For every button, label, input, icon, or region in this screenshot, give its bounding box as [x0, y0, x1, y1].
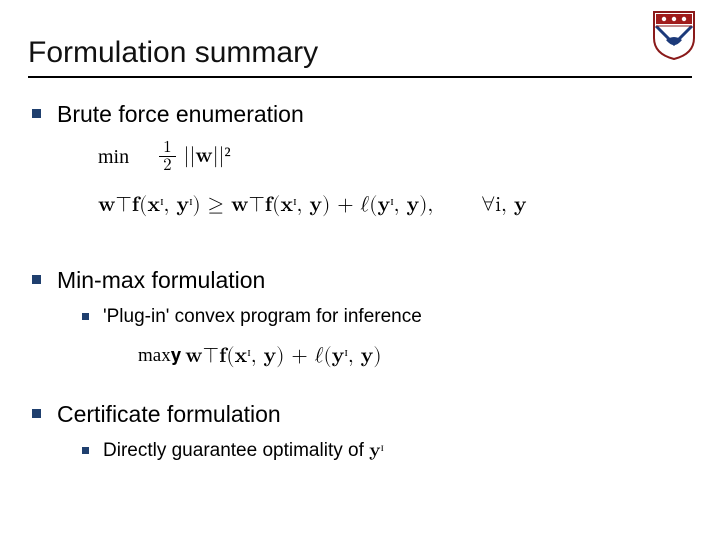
bullet-square-icon	[32, 275, 41, 284]
bullet-square-icon	[82, 313, 89, 320]
bullet-label: 'Plug-in' convex program for inference	[103, 305, 422, 329]
bullet-brute-force: Brute force enumeration	[28, 100, 692, 129]
math-block-objective: min 1 2 ||𝐰||² 𝐰⊤𝐟(𝐱ᶦ, 𝐲ᶦ) ≥ 𝐰⊤𝐟(𝐱ᶦ, 𝐲) …	[28, 139, 692, 224]
frac-num: 1	[159, 139, 176, 157]
title-rule	[28, 76, 692, 78]
bullet-list: Brute force enumeration min 1 2 ||𝐰||² 𝐰…	[28, 100, 692, 463]
frac-den: 2	[159, 157, 176, 174]
bullet-plugin: 'Plug-in' convex program for inference	[28, 305, 692, 329]
bullet-label: Directly guarantee optimality of 𝐲ᶦ	[103, 439, 384, 463]
constraint-lhs: 𝐰⊤𝐟(𝐱ᶦ, 𝐲ᶦ) ≥ 𝐰⊤𝐟(𝐱ᶦ, 𝐲) + ℓ(𝐲ᶦ, 𝐲),	[98, 188, 433, 224]
bullet-label: Min-max formulation	[57, 266, 265, 295]
fraction-half: 1 2	[159, 139, 176, 174]
max-label: max𝐲	[138, 340, 181, 372]
slide: Formulation summary Brute force enumerat…	[0, 0, 720, 540]
constraint-quantifier: ∀i, 𝐲	[481, 188, 526, 224]
norm-w-squared: ||𝐰||²	[184, 139, 231, 175]
slide-title: Formulation summary	[28, 36, 692, 70]
bullet-minmax: Min-max formulation	[28, 266, 692, 295]
bullet-label: Certificate formulation	[57, 400, 281, 429]
bullet-certificate: Certificate formulation	[28, 400, 692, 429]
math-block-max: max𝐲 𝐰⊤𝐟(𝐱ᶦ, 𝐲) + ℓ(𝐲ᶦ, 𝐲)	[28, 339, 692, 375]
bullet-direct-guarantee: Directly guarantee optimality of 𝐲ᶦ	[28, 439, 692, 463]
bullet-square-icon	[82, 447, 89, 454]
min-label: min	[98, 140, 129, 174]
yi-symbol: 𝐲ᶦ	[369, 441, 384, 460]
bullet-square-icon	[32, 409, 41, 418]
penn-shield-logo	[652, 10, 696, 60]
max-expression: 𝐰⊤𝐟(𝐱ᶦ, 𝐲) + ℓ(𝐲ᶦ, 𝐲)	[185, 339, 381, 375]
bullet-square-icon	[32, 109, 41, 118]
bullet-label: Brute force enumeration	[57, 100, 304, 129]
bullet-label-text: Directly guarantee optimality of	[103, 440, 369, 461]
